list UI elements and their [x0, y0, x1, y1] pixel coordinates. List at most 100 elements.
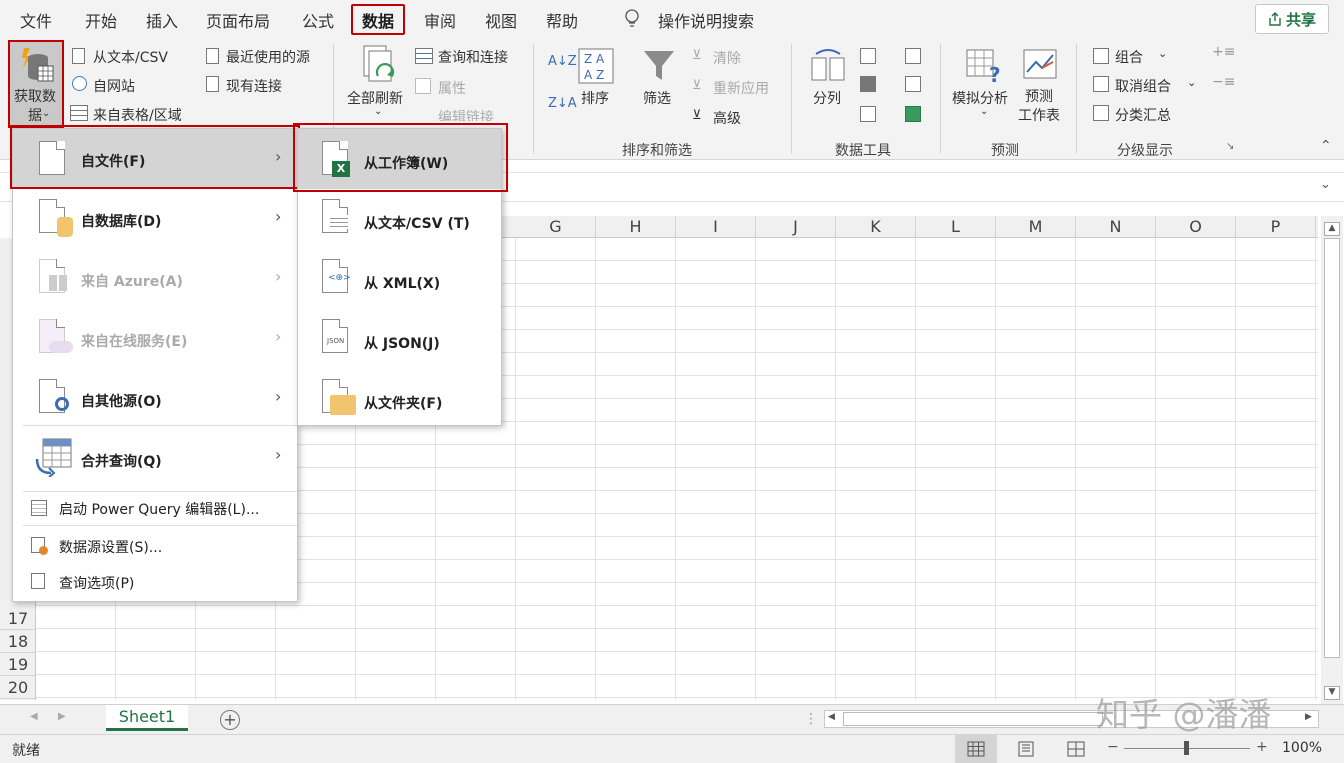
clear-button[interactable]: 清除	[713, 48, 741, 68]
menu-item-from-folder[interactable]: 从文件夹(F)	[298, 371, 501, 427]
menu-item-label: 从文件夹(F)	[364, 396, 443, 412]
recent-sources-button[interactable]: 最近使用的源	[226, 47, 310, 67]
page-break-view-icon[interactable]	[1067, 741, 1085, 757]
sort-ascending-icon[interactable]: A↓Z	[548, 54, 577, 69]
column-header[interactable]: I	[676, 216, 756, 238]
refresh-all-button[interactable]: 全部刷新	[347, 88, 403, 108]
menu-item-label: 从文本/CSV (T)	[364, 216, 470, 232]
tab-data[interactable]: 数据	[362, 8, 394, 32]
tab-insert[interactable]: 插入	[146, 8, 178, 32]
collapse-ribbon-icon[interactable]: ⌃	[1320, 138, 1332, 154]
what-if-analysis-button[interactable]: 模拟分析	[952, 88, 1008, 108]
zoom-out-icon[interactable]: −	[1107, 739, 1119, 755]
edit-links-button[interactable]: 编辑链接	[438, 107, 494, 121]
next-sheet-icon[interactable]: ▶	[58, 711, 66, 722]
menu-item-query-options[interactable]: 查询选项(P)	[13, 565, 297, 599]
share-button[interactable]: 共享	[1255, 4, 1329, 34]
column-header[interactable]: L	[916, 216, 996, 238]
existing-connections-button[interactable]: 现有连接	[226, 76, 282, 96]
consolidate-icon[interactable]	[905, 48, 921, 64]
group-button[interactable]: 组合	[1115, 47, 1143, 67]
filter-button[interactable]: 筛选	[643, 88, 671, 108]
advanced-button[interactable]: 高级	[713, 108, 741, 128]
relationships-icon[interactable]	[905, 76, 921, 92]
menu-item-data-source-settings[interactable]: 数据源设置(S)...	[13, 529, 297, 563]
column-header[interactable]: K	[836, 216, 916, 238]
scroll-down-icon[interactable]: ▼	[1324, 686, 1340, 700]
expand-formula-bar-icon[interactable]: ⌄	[1320, 177, 1331, 192]
queries-connections-button[interactable]: 查询和连接	[438, 47, 508, 67]
menu-item-from-database[interactable]: 自数据库(D) ›	[13, 189, 297, 247]
tab-file[interactable]: 文件	[20, 8, 52, 32]
from-web-button[interactable]: 自网站	[93, 76, 135, 96]
scroll-left-icon[interactable]: ◀	[828, 712, 835, 722]
from-table-button[interactable]: 来自表格/区域	[93, 105, 182, 125]
sheet-tab-sheet1[interactable]: Sheet1	[106, 705, 188, 731]
text-to-columns-button[interactable]: 分列	[813, 88, 841, 108]
row-header[interactable]: 20	[0, 676, 36, 699]
column-header[interactable]: N	[1076, 216, 1156, 238]
row-header[interactable]: 19	[0, 653, 36, 676]
menu-item-label: 来自在线服务(E)	[81, 334, 188, 350]
data-model-icon[interactable]	[905, 106, 921, 122]
get-data-button[interactable]: 获取数 据 ⌄	[10, 42, 62, 126]
ungroup-button[interactable]: 取消组合	[1115, 76, 1171, 96]
split-handle-icon[interactable]: ⋮	[804, 711, 818, 727]
scroll-up-icon[interactable]: ▲	[1324, 222, 1340, 236]
hide-detail-icon[interactable]: −≡	[1212, 74, 1235, 90]
status-ready: 就绪	[12, 743, 40, 759]
column-header[interactable]: J	[756, 216, 836, 238]
windows-logo-icon	[49, 275, 67, 291]
column-header[interactable]: G	[516, 216, 596, 238]
normal-view-button[interactable]	[955, 735, 997, 763]
menu-item-from-other-sources[interactable]: 自其他源(O) ›	[13, 369, 297, 427]
subtotal-button[interactable]: 分类汇总	[1115, 105, 1171, 125]
page-layout-view-icon[interactable]	[1017, 741, 1035, 757]
show-detail-icon[interactable]: +≡	[1212, 44, 1235, 60]
menu-item-launch-power-query[interactable]: 启动 Power Query 编辑器(L)...	[13, 493, 297, 523]
row-header[interactable]: 17	[0, 607, 36, 630]
column-header[interactable]: M	[996, 216, 1076, 238]
menu-item-from-online-services[interactable]: 来自在线服务(E) ›	[13, 309, 297, 367]
tab-review[interactable]: 审阅	[424, 8, 456, 32]
from-text-csv-button[interactable]: 从文本/CSV	[93, 47, 168, 67]
column-header[interactable]: P	[1236, 216, 1316, 238]
tab-formulas[interactable]: 公式	[302, 8, 334, 32]
zoom-slider-thumb[interactable]	[1184, 741, 1189, 755]
tab-page-layout[interactable]: 页面布局	[206, 8, 270, 32]
flash-fill-icon[interactable]	[860, 48, 876, 64]
vertical-scroll-thumb[interactable]	[1324, 238, 1340, 658]
reapply-button[interactable]: 重新应用	[713, 78, 769, 98]
data-validation-icon[interactable]	[860, 106, 876, 122]
menu-item-from-azure[interactable]: 来自 Azure(A) ›	[13, 249, 297, 307]
menu-item-from-json[interactable]: JSON 从 JSON(J)	[298, 311, 501, 369]
menu-item-from-xml[interactable]: <⊕> 从 XML(X)	[298, 251, 501, 309]
dialog-launcher-icon[interactable]: ↘	[1226, 141, 1234, 152]
scroll-right-icon[interactable]: ▶	[1305, 712, 1312, 722]
remove-duplicates-icon[interactable]	[860, 76, 876, 92]
menu-item-label: 数据源设置(S)...	[59, 540, 163, 556]
horizontal-scroll-thumb[interactable]	[843, 712, 1103, 726]
chevron-right-icon: ›	[275, 445, 282, 464]
vertical-scrollbar[interactable]: ▲ ▼	[1321, 216, 1343, 704]
menu-item-from-text-csv[interactable]: 从文本/CSV (T)	[298, 191, 501, 249]
sort-descending-icon[interactable]: Z↓A	[548, 96, 577, 111]
sort-button[interactable]: 排序	[581, 88, 609, 108]
menu-item-label: 合并查询(Q)	[81, 454, 162, 470]
group-label-forecast: 预测	[991, 143, 1019, 159]
prev-sheet-icon[interactable]: ◀	[30, 711, 38, 722]
zoom-in-icon[interactable]: +	[1256, 739, 1268, 755]
add-sheet-icon[interactable]: +	[220, 710, 240, 730]
tell-me-search[interactable]: 操作说明搜索	[658, 8, 754, 32]
menu-item-combine-queries[interactable]: 合并查询(Q) ›	[13, 429, 297, 489]
queries-connections-icon	[415, 48, 433, 64]
tab-view[interactable]: 视图	[485, 8, 517, 32]
row-header[interactable]: 18	[0, 630, 36, 653]
forecast-sheet-button[interactable]: 预测 工作表	[1018, 88, 1060, 126]
column-header[interactable]: O	[1156, 216, 1236, 238]
tab-help[interactable]: 帮助	[546, 8, 578, 32]
zoom-level[interactable]: 100%	[1282, 740, 1322, 756]
properties-button[interactable]: 属性	[438, 78, 466, 98]
tab-home[interactable]: 开始	[85, 8, 117, 32]
column-header[interactable]: H	[596, 216, 676, 238]
